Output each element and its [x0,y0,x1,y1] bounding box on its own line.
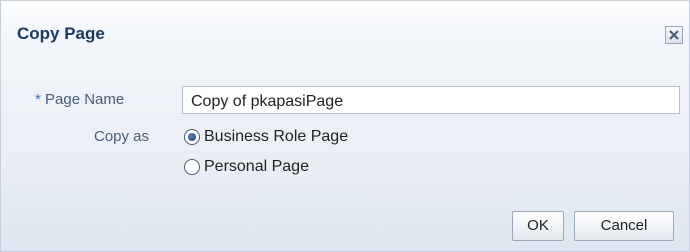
copy-page-dialog: Copy Page * Page Name Copy as Business R… [0,0,690,252]
radio-personal-page[interactable]: Personal Page [184,156,309,178]
page-name-label: * Page Name [35,91,124,108]
dialog-title: Copy Page [17,24,105,43]
ok-button[interactable]: OK [512,211,564,241]
radio-label-business-role: Business Role Page [204,128,349,145]
page-name-input[interactable] [182,86,680,114]
radio-business-role-page[interactable]: Business Role Page [184,126,348,148]
page-name-label-text: Page Name [45,91,125,108]
radio-button-personal[interactable] [184,159,200,175]
cancel-button[interactable]: Cancel [574,211,674,241]
copy-as-label: Copy as [94,128,150,145]
close-icon [669,30,679,40]
required-marker: * [35,91,41,108]
radio-label-personal: Personal Page [204,158,309,175]
close-button[interactable] [665,26,683,44]
radio-button-business-role[interactable] [184,129,200,145]
